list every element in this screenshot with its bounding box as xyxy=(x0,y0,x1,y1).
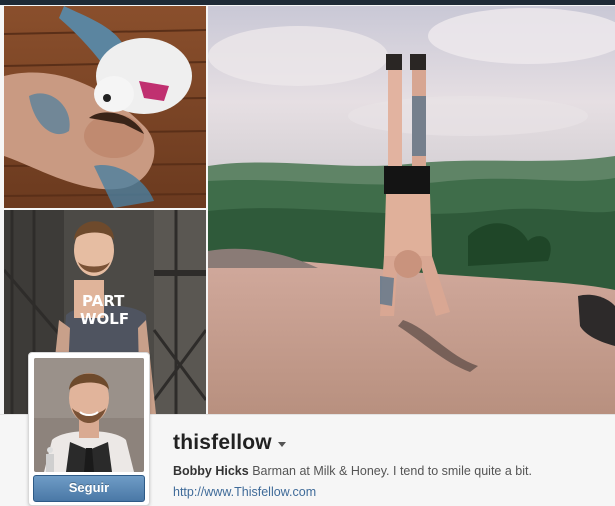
website-link[interactable]: http://www.Thisfellow.com xyxy=(173,485,316,499)
top-bar xyxy=(0,0,615,5)
profile-page: PART WOLF Seguir thisfellow Bobby Hicks … xyxy=(0,0,615,506)
follow-button[interactable]: Seguir xyxy=(33,475,145,502)
chevron-down-icon[interactable] xyxy=(277,442,286,447)
avatar-card: Seguir xyxy=(28,352,150,506)
photo-man-with-dog[interactable] xyxy=(4,6,206,208)
bio-text: Barman at Milk & Honey. I tend to smile … xyxy=(252,464,532,478)
shirt-text-line2: WOLF xyxy=(80,310,129,328)
full-name: Bobby Hicks xyxy=(173,464,249,478)
username: thisfellow xyxy=(173,431,272,454)
username-row: thisfellow xyxy=(173,430,286,456)
avatar[interactable] xyxy=(34,358,144,472)
photo-handstand-mountain[interactable] xyxy=(208,6,615,414)
shirt-text-line1: PART xyxy=(82,292,125,310)
bio: Bobby Hicks Barman at Milk & Honey. I te… xyxy=(173,464,532,478)
